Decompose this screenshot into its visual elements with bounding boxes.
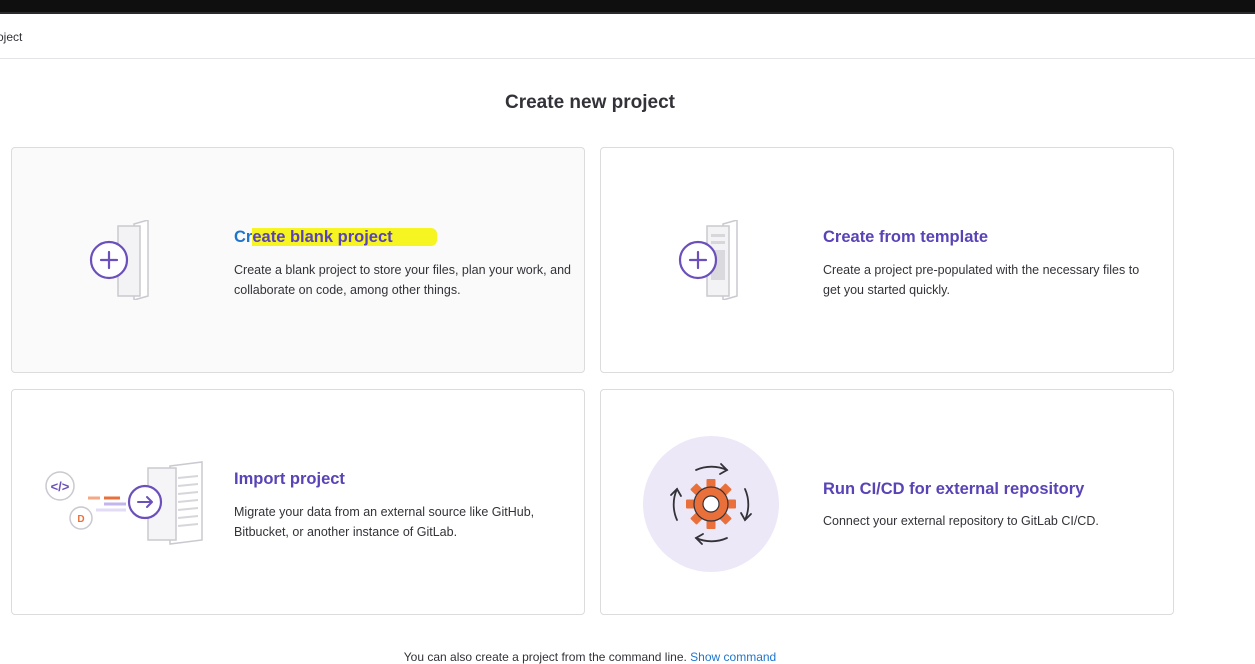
create-from-template-description: Create a project pre-populated with the … — [823, 263, 1140, 297]
show-command-link[interactable]: Show command — [690, 650, 776, 664]
command-line-hint: You can also create a project from the c… — [403, 650, 777, 664]
template-document-icon — [678, 220, 738, 300]
breadcrumb-item-project[interactable]: oject — [0, 30, 22, 44]
import-project-title[interactable]: Import project — [234, 470, 345, 489]
browser-top-bar — [0, 0, 1255, 14]
page-title: Create new project — [505, 92, 675, 113]
import-project-description: Migrate your data from an external sourc… — [234, 505, 535, 539]
import-project-card[interactable]: </> D Import project Migrate your data f… — [11, 389, 585, 615]
run-cicd-card[interactable]: Run CI/CD for external repository Connec… — [600, 389, 1174, 615]
create-blank-project-title[interactable]: Create blank project — [234, 228, 437, 247]
breadcrumb: oject — [0, 14, 1255, 59]
plus-document-icon — [89, 220, 149, 300]
run-cicd-title[interactable]: Run CI/CD for external repository — [823, 480, 1084, 499]
create-blank-project-description: Create a blank project to store your fil… — [234, 263, 571, 297]
create-from-template-title[interactable]: Create from template — [823, 228, 988, 247]
create-blank-project-card[interactable]: Create blank project Create a blank proj… — [11, 147, 585, 373]
run-cicd-description: Connect your external repository to GitL… — [823, 514, 1099, 528]
svg-text:</>: </> — [51, 479, 70, 494]
import-arrow-icon: </> D — [45, 461, 203, 545]
gear-cycle-icon — [643, 436, 779, 572]
svg-text:D: D — [77, 514, 84, 525]
highlight-mark: eate blank project — [252, 228, 437, 246]
create-from-template-card[interactable]: Create from template Create a project pr… — [600, 147, 1174, 373]
